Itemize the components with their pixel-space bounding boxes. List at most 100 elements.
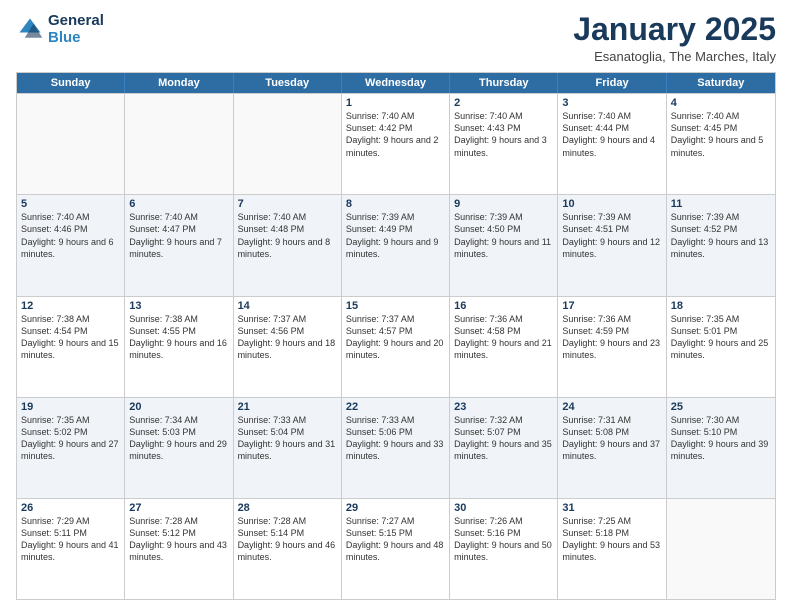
cell-text: Sunrise: 7:37 AM Sunset: 4:56 PM Dayligh… bbox=[238, 313, 337, 362]
cell-text: Sunrise: 7:28 AM Sunset: 5:12 PM Dayligh… bbox=[129, 515, 228, 564]
day-number: 7 bbox=[238, 198, 337, 210]
day-number: 4 bbox=[671, 97, 771, 109]
header-day-saturday: Saturday bbox=[667, 73, 775, 93]
calendar-cell-29: 29Sunrise: 7:27 AM Sunset: 5:15 PM Dayli… bbox=[342, 499, 450, 599]
day-number: 23 bbox=[454, 401, 553, 413]
calendar-row-0: 1Sunrise: 7:40 AM Sunset: 4:42 PM Daylig… bbox=[17, 93, 775, 194]
calendar-body: 1Sunrise: 7:40 AM Sunset: 4:42 PM Daylig… bbox=[17, 93, 775, 599]
page: General Blue January 2025 Esanatoglia, T… bbox=[0, 0, 792, 612]
calendar-cell-27: 27Sunrise: 7:28 AM Sunset: 5:12 PM Dayli… bbox=[125, 499, 233, 599]
header-day-wednesday: Wednesday bbox=[342, 73, 450, 93]
day-number: 9 bbox=[454, 198, 553, 210]
cell-text: Sunrise: 7:37 AM Sunset: 4:57 PM Dayligh… bbox=[346, 313, 445, 362]
calendar-cell-5: 5Sunrise: 7:40 AM Sunset: 4:46 PM Daylig… bbox=[17, 195, 125, 295]
calendar-cell-21: 21Sunrise: 7:33 AM Sunset: 5:04 PM Dayli… bbox=[234, 398, 342, 498]
calendar-cell-7: 7Sunrise: 7:40 AM Sunset: 4:48 PM Daylig… bbox=[234, 195, 342, 295]
day-number: 28 bbox=[238, 502, 337, 514]
cell-text: Sunrise: 7:39 AM Sunset: 4:50 PM Dayligh… bbox=[454, 211, 553, 260]
logo: General Blue bbox=[16, 12, 104, 46]
cell-text: Sunrise: 7:30 AM Sunset: 5:10 PM Dayligh… bbox=[671, 414, 771, 463]
calendar-cell-18: 18Sunrise: 7:35 AM Sunset: 5:01 PM Dayli… bbox=[667, 297, 775, 397]
cell-text: Sunrise: 7:39 AM Sunset: 4:51 PM Dayligh… bbox=[562, 211, 661, 260]
day-number: 12 bbox=[21, 300, 120, 312]
day-number: 17 bbox=[562, 300, 661, 312]
day-number: 26 bbox=[21, 502, 120, 514]
calendar-row-4: 26Sunrise: 7:29 AM Sunset: 5:11 PM Dayli… bbox=[17, 498, 775, 599]
calendar-cell-31: 31Sunrise: 7:25 AM Sunset: 5:18 PM Dayli… bbox=[558, 499, 666, 599]
cell-text: Sunrise: 7:34 AM Sunset: 5:03 PM Dayligh… bbox=[129, 414, 228, 463]
calendar-cell-1: 1Sunrise: 7:40 AM Sunset: 4:42 PM Daylig… bbox=[342, 94, 450, 194]
calendar-cell-24: 24Sunrise: 7:31 AM Sunset: 5:08 PM Dayli… bbox=[558, 398, 666, 498]
cell-text: Sunrise: 7:40 AM Sunset: 4:42 PM Dayligh… bbox=[346, 110, 445, 159]
header-day-tuesday: Tuesday bbox=[234, 73, 342, 93]
calendar-row-3: 19Sunrise: 7:35 AM Sunset: 5:02 PM Dayli… bbox=[17, 397, 775, 498]
calendar-cell-8: 8Sunrise: 7:39 AM Sunset: 4:49 PM Daylig… bbox=[342, 195, 450, 295]
calendar-cell-empty bbox=[667, 499, 775, 599]
calendar-cell-12: 12Sunrise: 7:38 AM Sunset: 4:54 PM Dayli… bbox=[17, 297, 125, 397]
cell-text: Sunrise: 7:38 AM Sunset: 4:55 PM Dayligh… bbox=[129, 313, 228, 362]
day-number: 31 bbox=[562, 502, 661, 514]
calendar-row-2: 12Sunrise: 7:38 AM Sunset: 4:54 PM Dayli… bbox=[17, 296, 775, 397]
day-number: 30 bbox=[454, 502, 553, 514]
calendar-cell-6: 6Sunrise: 7:40 AM Sunset: 4:47 PM Daylig… bbox=[125, 195, 233, 295]
calendar-cell-4: 4Sunrise: 7:40 AM Sunset: 4:45 PM Daylig… bbox=[667, 94, 775, 194]
calendar-cell-empty bbox=[125, 94, 233, 194]
cell-text: Sunrise: 7:28 AM Sunset: 5:14 PM Dayligh… bbox=[238, 515, 337, 564]
calendar-cell-9: 9Sunrise: 7:39 AM Sunset: 4:50 PM Daylig… bbox=[450, 195, 558, 295]
day-number: 16 bbox=[454, 300, 553, 312]
cell-text: Sunrise: 7:39 AM Sunset: 4:52 PM Dayligh… bbox=[671, 211, 771, 260]
day-number: 15 bbox=[346, 300, 445, 312]
calendar-cell-30: 30Sunrise: 7:26 AM Sunset: 5:16 PM Dayli… bbox=[450, 499, 558, 599]
cell-text: Sunrise: 7:33 AM Sunset: 5:06 PM Dayligh… bbox=[346, 414, 445, 463]
header-day-thursday: Thursday bbox=[450, 73, 558, 93]
cell-text: Sunrise: 7:40 AM Sunset: 4:44 PM Dayligh… bbox=[562, 110, 661, 159]
day-number: 1 bbox=[346, 97, 445, 109]
header-day-friday: Friday bbox=[558, 73, 666, 93]
cell-text: Sunrise: 7:40 AM Sunset: 4:43 PM Dayligh… bbox=[454, 110, 553, 159]
cell-text: Sunrise: 7:35 AM Sunset: 5:01 PM Dayligh… bbox=[671, 313, 771, 362]
cell-text: Sunrise: 7:40 AM Sunset: 4:48 PM Dayligh… bbox=[238, 211, 337, 260]
cell-text: Sunrise: 7:40 AM Sunset: 4:46 PM Dayligh… bbox=[21, 211, 120, 260]
cell-text: Sunrise: 7:36 AM Sunset: 4:58 PM Dayligh… bbox=[454, 313, 553, 362]
calendar-cell-13: 13Sunrise: 7:38 AM Sunset: 4:55 PM Dayli… bbox=[125, 297, 233, 397]
calendar-row-1: 5Sunrise: 7:40 AM Sunset: 4:46 PM Daylig… bbox=[17, 194, 775, 295]
day-number: 20 bbox=[129, 401, 228, 413]
day-number: 6 bbox=[129, 198, 228, 210]
cell-text: Sunrise: 7:25 AM Sunset: 5:18 PM Dayligh… bbox=[562, 515, 661, 564]
day-number: 2 bbox=[454, 97, 553, 109]
calendar-header: SundayMondayTuesdayWednesdayThursdayFrid… bbox=[17, 73, 775, 93]
cell-text: Sunrise: 7:26 AM Sunset: 5:16 PM Dayligh… bbox=[454, 515, 553, 564]
cell-text: Sunrise: 7:40 AM Sunset: 4:47 PM Dayligh… bbox=[129, 211, 228, 260]
calendar-cell-19: 19Sunrise: 7:35 AM Sunset: 5:02 PM Dayli… bbox=[17, 398, 125, 498]
cell-text: Sunrise: 7:40 AM Sunset: 4:45 PM Dayligh… bbox=[671, 110, 771, 159]
logo-icon bbox=[16, 15, 44, 43]
calendar-cell-23: 23Sunrise: 7:32 AM Sunset: 5:07 PM Dayli… bbox=[450, 398, 558, 498]
day-number: 27 bbox=[129, 502, 228, 514]
day-number: 5 bbox=[21, 198, 120, 210]
day-number: 25 bbox=[671, 401, 771, 413]
calendar-cell-26: 26Sunrise: 7:29 AM Sunset: 5:11 PM Dayli… bbox=[17, 499, 125, 599]
cell-text: Sunrise: 7:38 AM Sunset: 4:54 PM Dayligh… bbox=[21, 313, 120, 362]
day-number: 29 bbox=[346, 502, 445, 514]
day-number: 22 bbox=[346, 401, 445, 413]
cell-text: Sunrise: 7:35 AM Sunset: 5:02 PM Dayligh… bbox=[21, 414, 120, 463]
day-number: 11 bbox=[671, 198, 771, 210]
month-title: January 2025 bbox=[573, 12, 776, 47]
day-number: 14 bbox=[238, 300, 337, 312]
cell-text: Sunrise: 7:33 AM Sunset: 5:04 PM Dayligh… bbox=[238, 414, 337, 463]
day-number: 21 bbox=[238, 401, 337, 413]
day-number: 24 bbox=[562, 401, 661, 413]
day-number: 18 bbox=[671, 300, 771, 312]
calendar-cell-11: 11Sunrise: 7:39 AM Sunset: 4:52 PM Dayli… bbox=[667, 195, 775, 295]
title-area: January 2025 Esanatoglia, The Marches, I… bbox=[573, 12, 776, 64]
calendar-cell-2: 2Sunrise: 7:40 AM Sunset: 4:43 PM Daylig… bbox=[450, 94, 558, 194]
cell-text: Sunrise: 7:27 AM Sunset: 5:15 PM Dayligh… bbox=[346, 515, 445, 564]
cell-text: Sunrise: 7:29 AM Sunset: 5:11 PM Dayligh… bbox=[21, 515, 120, 564]
day-number: 8 bbox=[346, 198, 445, 210]
calendar-cell-22: 22Sunrise: 7:33 AM Sunset: 5:06 PM Dayli… bbox=[342, 398, 450, 498]
day-number: 10 bbox=[562, 198, 661, 210]
calendar-cell-15: 15Sunrise: 7:37 AM Sunset: 4:57 PM Dayli… bbox=[342, 297, 450, 397]
calendar-cell-empty bbox=[234, 94, 342, 194]
calendar: SundayMondayTuesdayWednesdayThursdayFrid… bbox=[16, 72, 776, 600]
calendar-cell-28: 28Sunrise: 7:28 AM Sunset: 5:14 PM Dayli… bbox=[234, 499, 342, 599]
